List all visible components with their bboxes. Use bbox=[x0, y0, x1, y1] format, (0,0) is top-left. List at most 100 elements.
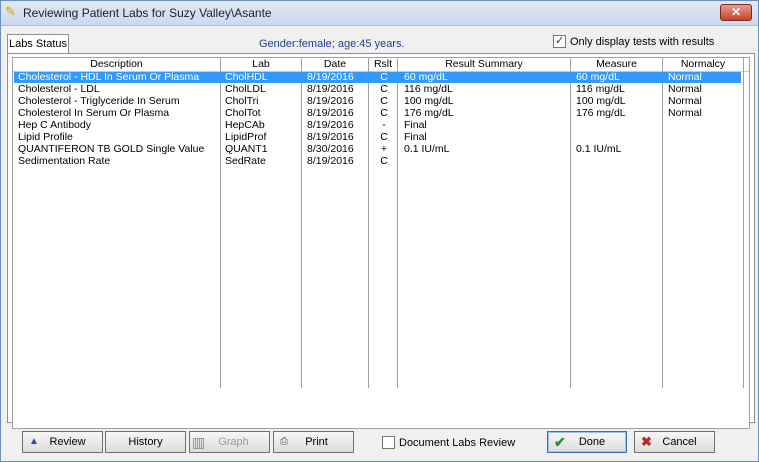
table-row[interactable]: Hep C Antibody HepCAb 8/19/2016 - Final bbox=[14, 120, 741, 131]
cell-rslt: C bbox=[380, 72, 388, 83]
close-button[interactable]: ✕ bbox=[720, 4, 752, 21]
done-button[interactable]: ✔ Done bbox=[547, 431, 627, 453]
tab-labs-status[interactable]: Labs Status bbox=[7, 34, 69, 54]
cell-normalcy: Normal bbox=[668, 72, 702, 83]
cell-lab: CholLDL bbox=[225, 84, 266, 95]
cell-rslt: - bbox=[382, 120, 386, 131]
cell-description: Cholesterol - Triglyceride In Serum bbox=[18, 96, 180, 107]
only-results-check-box[interactable] bbox=[553, 34, 566, 48]
history-button[interactable]: History bbox=[105, 431, 186, 453]
cell-lab: SedRate bbox=[225, 156, 266, 167]
col-header-result-summary[interactable]: Result Summary bbox=[398, 58, 570, 71]
review-label: Review bbox=[49, 436, 86, 448]
cell-normalcy: Normal bbox=[668, 108, 702, 119]
cell-lab: LipidProf bbox=[225, 132, 267, 143]
title-bar[interactable]: ✎ Reviewing Patient Labs for Suzy Valley… bbox=[1, 1, 758, 26]
cell-normalcy: Normal bbox=[668, 96, 702, 107]
col-header-measure[interactable]: Measure bbox=[571, 58, 662, 71]
graph-label: Graph bbox=[218, 436, 249, 448]
cell-lab: CholTri bbox=[225, 96, 259, 107]
labs-grid[interactable]: Description Lab Date Rslt Result Summary… bbox=[12, 57, 750, 429]
window-title: Reviewing Patient Labs for Suzy Valley\A… bbox=[23, 6, 272, 20]
cell-date: 8/19/2016 bbox=[307, 96, 354, 107]
cell-date: 8/19/2016 bbox=[307, 108, 354, 119]
cell-result-summary: 116 mg/dL bbox=[404, 84, 453, 95]
cell-normalcy bbox=[668, 156, 742, 167]
table-row[interactable]: Cholesterol In Serum Or Plasma CholTot 8/1… bbox=[14, 108, 741, 119]
cell-rslt: C bbox=[380, 132, 388, 143]
document-labs-review-check-box[interactable] bbox=[382, 436, 395, 449]
cell-normalcy: Normal bbox=[668, 84, 702, 95]
labs-panel: Description Lab Date Rslt Result Summary… bbox=[7, 53, 755, 429]
print-button[interactable]: ⎙ Print bbox=[273, 431, 354, 453]
col-header-lab[interactable]: Lab bbox=[221, 58, 301, 71]
column-divider bbox=[743, 58, 744, 388]
cell-lab: HepCAb bbox=[225, 120, 265, 131]
graph-button[interactable]: ▥ Graph bbox=[189, 431, 270, 453]
grid-header: Description Lab Date Rslt Result Summary… bbox=[13, 58, 749, 72]
cancel-label: Cancel bbox=[662, 436, 697, 448]
cell-result-summary: 100 mg/dL bbox=[404, 96, 454, 107]
table-row[interactable]: Cholesterol - HDL In Serum Or Plasma Chol… bbox=[14, 72, 741, 83]
app-icon: ✎ bbox=[5, 4, 16, 19]
cell-rslt: C bbox=[380, 84, 388, 95]
col-header-normalcy[interactable]: Normalcy bbox=[663, 58, 743, 71]
review-button[interactable]: ▲ Review bbox=[22, 431, 103, 453]
dialog-client: Labs Status Gender:female; age:45 years.… bbox=[1, 26, 758, 461]
cell-result-summary: Final bbox=[404, 120, 427, 131]
cell-description: Lipid Profile bbox=[18, 132, 73, 143]
cell-result-summary: 0.1 IU/mL bbox=[404, 144, 450, 155]
col-header-date[interactable]: Date bbox=[302, 58, 368, 71]
cell-description: Hep C Antibody bbox=[18, 120, 91, 131]
cell-description: Cholesterol - HDL In Serum Or Plasma bbox=[18, 72, 200, 83]
cell-description: QUANTIFERON TB GOLD Single Value bbox=[18, 144, 205, 155]
cell-rslt: + bbox=[380, 144, 388, 155]
cell-date: 8/19/2016 bbox=[307, 120, 354, 131]
cell-measure bbox=[576, 132, 661, 143]
patient-info: Gender:female; age:45 years. bbox=[259, 38, 405, 50]
cell-description: Cholesterol In Serum Or Plasma bbox=[18, 108, 170, 119]
table-row[interactable]: Cholesterol - Triglyceride In Serum CholT… bbox=[14, 96, 741, 107]
cell-rslt: C bbox=[380, 96, 388, 107]
cell-normalcy bbox=[668, 144, 742, 155]
document-labs-review-label: Document Labs Review bbox=[399, 436, 516, 449]
cell-rslt: C bbox=[380, 156, 388, 167]
cell-measure: 176 mg/dL bbox=[576, 108, 626, 119]
cell-measure: 100 mg/dL bbox=[576, 96, 626, 107]
cell-measure bbox=[576, 156, 661, 167]
done-label: Done bbox=[578, 436, 606, 448]
only-results-checkbox[interactable]: Only display tests with results bbox=[553, 34, 715, 51]
cell-rslt: C bbox=[380, 108, 388, 119]
table-row[interactable]: QUANTIFERON TB GOLD Single Value QUANT1 8/… bbox=[14, 144, 741, 155]
cell-lab: CholHDL bbox=[225, 72, 268, 83]
table-row[interactable]: Sedimentation Rate SedRate 8/19/2016 C bbox=[14, 156, 741, 167]
cell-date: 8/19/2016 bbox=[307, 72, 354, 83]
cell-date: 8/19/2016 bbox=[307, 156, 354, 167]
cell-measure: 0.1 IU/mL bbox=[576, 144, 622, 155]
col-header-description[interactable]: Description bbox=[13, 58, 220, 71]
cell-date: 8/19/2016 bbox=[307, 84, 354, 95]
cell-result-summary: 60 mg/dL bbox=[404, 72, 448, 83]
cell-date: 8/30/2016 bbox=[307, 144, 354, 155]
cancel-button[interactable]: ✖ Cancel bbox=[634, 431, 715, 453]
cell-result-summary: 176 mg/dL bbox=[404, 108, 454, 119]
cell-normalcy bbox=[668, 132, 742, 143]
table-row[interactable]: Lipid Profile LipidProf 8/19/2016 C Final bbox=[14, 132, 741, 143]
table-row[interactable]: Cholesterol - LDL CholLDL 8/19/2016 C 116 mg… bbox=[14, 84, 741, 95]
cell-measure bbox=[576, 120, 661, 131]
only-results-label: Only display tests with results bbox=[570, 35, 715, 48]
cell-normalcy bbox=[668, 120, 742, 131]
cell-description: Sedimentation Rate bbox=[18, 156, 111, 167]
cell-result-summary bbox=[404, 156, 569, 167]
col-header-rslt[interactable]: Rslt bbox=[369, 58, 397, 71]
cell-measure: 60 mg/dL bbox=[576, 72, 620, 83]
print-label: Print bbox=[305, 436, 328, 448]
cell-lab: QUANT1 bbox=[225, 144, 268, 155]
cell-date: 8/19/2016 bbox=[307, 132, 354, 143]
dialog-window: ✎ Reviewing Patient Labs for Suzy Valley… bbox=[0, 0, 759, 462]
cell-lab: CholTot bbox=[225, 108, 261, 119]
cell-description: Cholesterol - LDL bbox=[18, 84, 100, 95]
history-label: History bbox=[128, 436, 163, 448]
document-labs-review-checkbox[interactable]: Document Labs Review bbox=[382, 436, 515, 449]
cell-measure: 116 mg/dL bbox=[576, 84, 625, 95]
